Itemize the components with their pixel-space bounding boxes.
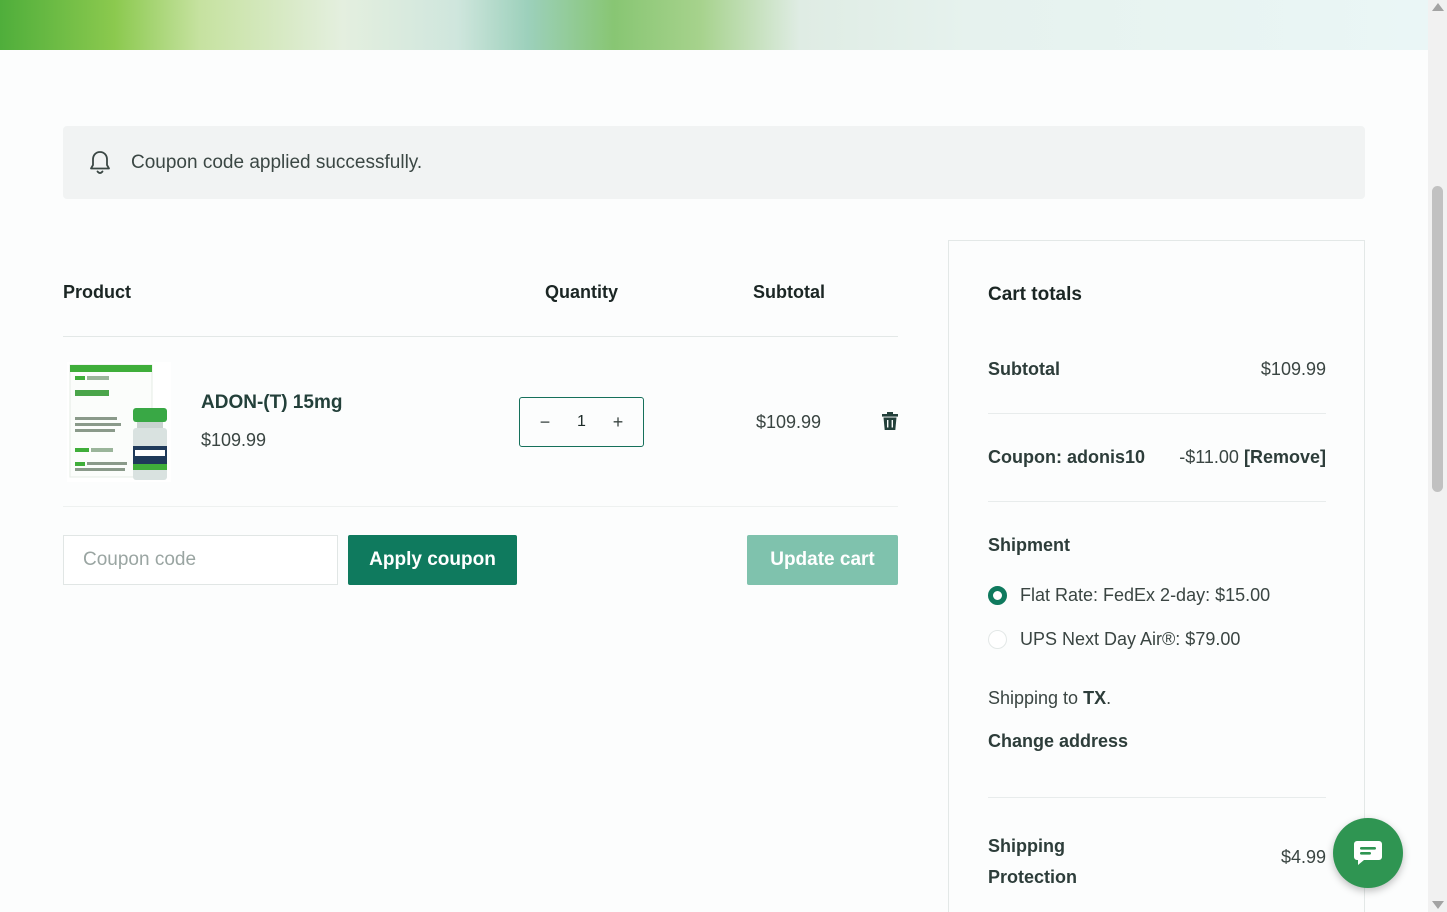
cart-totals-title: Cart totals bbox=[988, 284, 1082, 305]
coupon-discount: -$11.00 [Remove] bbox=[1179, 447, 1326, 468]
shipping-option-ups[interactable]: UPS Next Day Air®: $79.00 bbox=[988, 629, 1240, 650]
product-image[interactable] bbox=[67, 362, 171, 482]
shipping-to-suffix: . bbox=[1106, 688, 1112, 708]
subtotal-value: $109.99 bbox=[1260, 359, 1326, 379]
increase-quantity-button[interactable]: + bbox=[607, 413, 629, 431]
trash-icon[interactable] bbox=[882, 412, 898, 430]
shipping-state: TX bbox=[1083, 688, 1107, 708]
cart-totals-panel: Cart totals Subtotal $109.99 Coupon: ado… bbox=[948, 240, 1365, 912]
shipment-label: Shipment bbox=[988, 535, 1071, 555]
row-subtotal: $109.99 bbox=[756, 412, 822, 432]
bell-icon bbox=[90, 150, 110, 174]
change-address-link[interactable]: Change address bbox=[988, 731, 1128, 752]
shipping-destination: Shipping to TX. bbox=[988, 688, 1111, 709]
coupon-label: Coupon: adonis10 bbox=[988, 447, 1145, 467]
remove-coupon-link[interactable]: [Remove] bbox=[1244, 447, 1326, 467]
scroll-down-arrow-icon[interactable] bbox=[1432, 901, 1444, 909]
shipping-option-label: Flat Rate: FedEx 2-day: $15.00 bbox=[1020, 585, 1271, 605]
totals-divider bbox=[988, 413, 1326, 414]
radio-unselected[interactable] bbox=[988, 630, 1007, 649]
radio-selected[interactable] bbox=[988, 586, 1007, 605]
top-banner bbox=[0, 0, 1428, 50]
vertical-scrollbar[interactable] bbox=[1428, 0, 1447, 912]
shipping-protection-value: $4.99 bbox=[1280, 847, 1326, 867]
notice-message: Coupon code applied successfully. bbox=[131, 151, 423, 173]
header-product: Product bbox=[63, 282, 132, 302]
coupon-notice: Coupon code applied successfully. bbox=[63, 126, 1365, 199]
quantity-value[interactable]: 1 bbox=[577, 413, 586, 431]
totals-divider bbox=[988, 797, 1326, 798]
subtotal-label: Subtotal bbox=[988, 359, 1060, 379]
scrollbar-thumb[interactable] bbox=[1432, 186, 1443, 492]
product-name-link[interactable]: ADON-(T) 15mg bbox=[201, 392, 342, 414]
apply-coupon-button[interactable]: Apply coupon bbox=[348, 535, 517, 585]
decrease-quantity-button[interactable]: − bbox=[534, 413, 556, 431]
quantity-stepper: − 1 + bbox=[519, 397, 644, 447]
coupon-code-input[interactable] bbox=[63, 535, 338, 585]
shipping-option-fedex[interactable]: Flat Rate: FedEx 2-day: $15.00 bbox=[988, 585, 1270, 606]
page: Coupon code applied successfully. Produc… bbox=[0, 0, 1428, 912]
row-divider bbox=[63, 506, 898, 507]
shipping-protection-label: Shipping Protection bbox=[988, 836, 1078, 887]
header-divider bbox=[63, 336, 898, 337]
chat-icon bbox=[1354, 841, 1382, 865]
shipping-to-prefix: Shipping to bbox=[988, 688, 1079, 708]
coupon-discount-value: -$11.00 bbox=[1179, 447, 1239, 467]
update-cart-button[interactable]: Update cart bbox=[747, 535, 898, 585]
chat-button[interactable] bbox=[1333, 818, 1403, 888]
header-subtotal: Subtotal bbox=[753, 282, 825, 302]
totals-divider bbox=[988, 501, 1326, 502]
product-price: $109.99 bbox=[201, 430, 267, 450]
header-quantity: Quantity bbox=[545, 282, 619, 302]
shipping-option-label: UPS Next Day Air®: $79.00 bbox=[1020, 629, 1241, 649]
scroll-up-arrow-icon[interactable] bbox=[1432, 3, 1444, 11]
